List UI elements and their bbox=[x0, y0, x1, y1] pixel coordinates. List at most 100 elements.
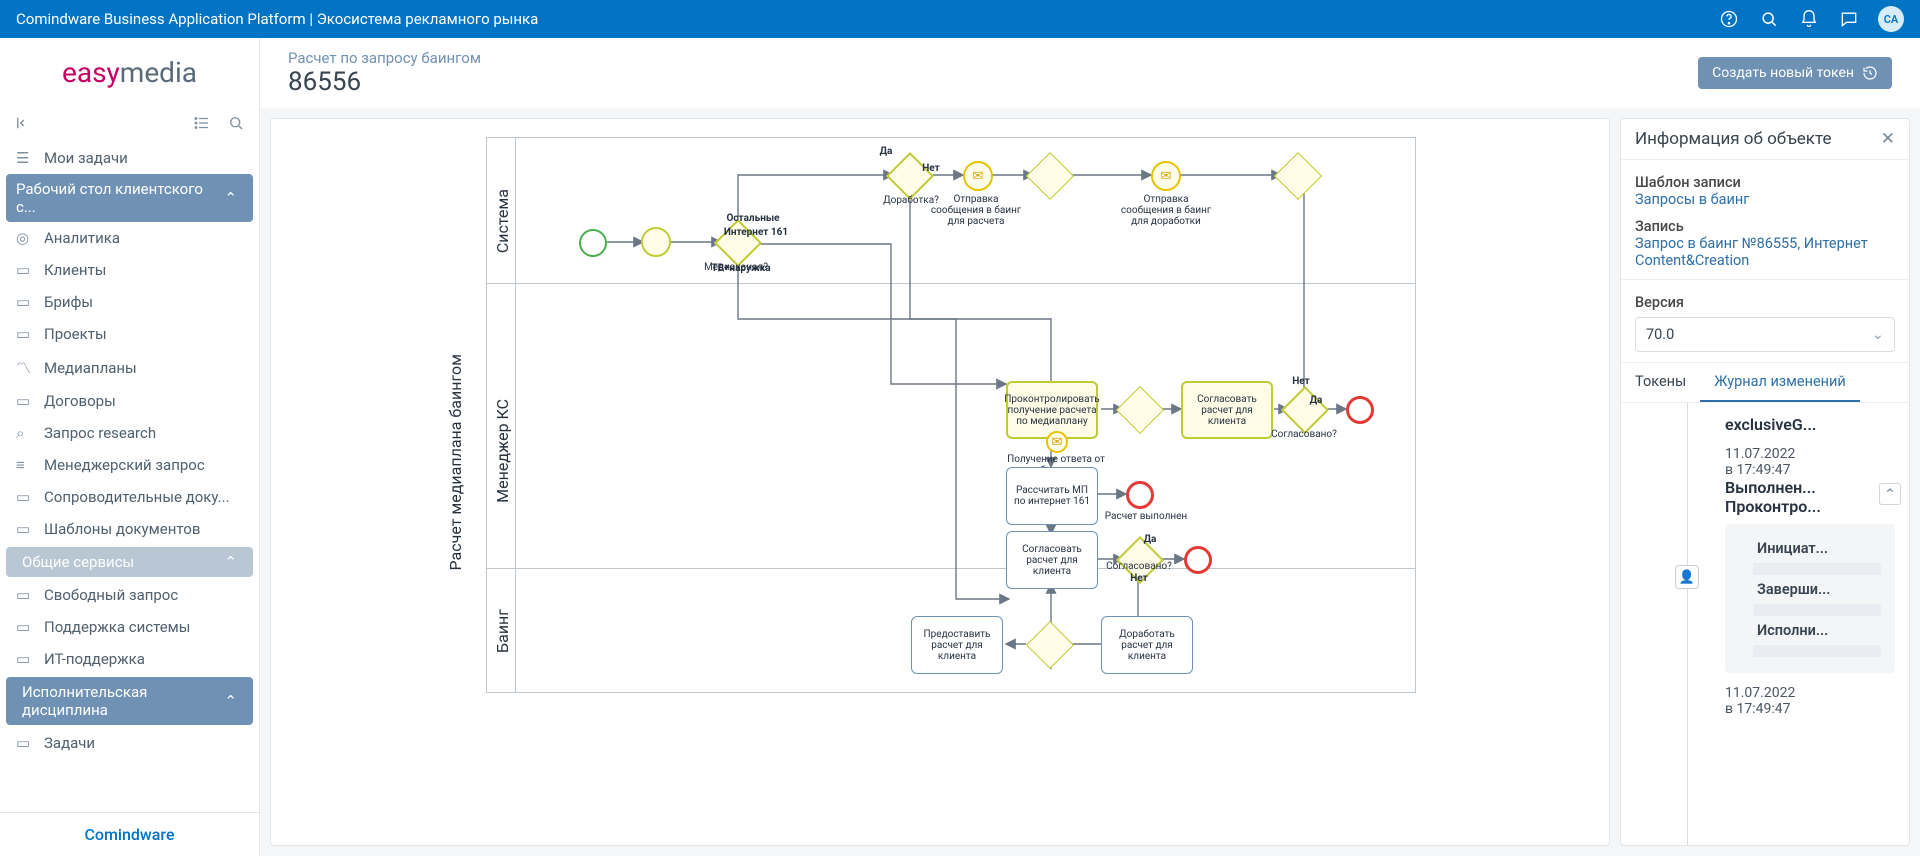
journal-date-1: 11.07.2022 bbox=[1725, 446, 1895, 462]
task-control[interactable]: Проконтролировать получение расчета по м… bbox=[1006, 381, 1098, 439]
version-select[interactable]: 70.0⌄ bbox=[1635, 317, 1895, 352]
doc-icon: ▭ bbox=[16, 392, 34, 410]
label-net1: Нет bbox=[911, 163, 951, 174]
it-icon: ▭ bbox=[16, 650, 34, 668]
bullet-2: Заверши... bbox=[1757, 581, 1881, 598]
bell-icon[interactable] bbox=[1798, 8, 1820, 30]
journal-time-1: в 17:49:47 bbox=[1725, 462, 1895, 478]
envelope-icon: ✉ bbox=[973, 169, 984, 184]
sidebar-item-it[interactable]: ▭ИТ-поддержка bbox=[0, 643, 259, 675]
sidebar-item-manager[interactable]: ≡Менеджерский запрос bbox=[0, 449, 259, 481]
envelope-icon: ✉ bbox=[1052, 435, 1063, 450]
user-icon: 👤 bbox=[1675, 565, 1699, 589]
manager-icon: ≡ bbox=[16, 456, 34, 474]
task-agree2[interactable]: Согласовать расчет для клиента bbox=[1006, 531, 1098, 589]
task-provide[interactable]: Предоставить расчет для клиента bbox=[911, 616, 1003, 674]
help-icon[interactable] bbox=[1718, 8, 1740, 30]
page-title: 86556 bbox=[288, 67, 481, 97]
free-icon: ▭ bbox=[16, 586, 34, 604]
sidebar-item-projects[interactable]: ▭Проекты bbox=[0, 318, 259, 350]
sidebar: easymedia ☰Мои задачи Рабочий стол клиен… bbox=[0, 38, 260, 856]
label-ost: Остальные bbox=[703, 213, 803, 224]
sidebar-item-free[interactable]: ▭Свободный запрос bbox=[0, 579, 259, 611]
journal-top: exclusiveG... bbox=[1725, 415, 1895, 434]
create-token-button[interactable]: Создать новый токен bbox=[1698, 57, 1892, 89]
msg-event-calc[interactable]: ✉ bbox=[963, 161, 993, 191]
target-icon: ◎ bbox=[16, 229, 34, 247]
end-event-calc[interactable] bbox=[1126, 481, 1154, 509]
info-panel: Информация об объекте ✕ Шаблон записи За… bbox=[1620, 118, 1910, 846]
panel-title: Информация об объекте bbox=[1635, 129, 1832, 149]
label-sogl2: Согласовано? bbox=[1089, 561, 1189, 572]
sidebar-section-discipline[interactable]: Исполнительская дисциплина⌃ bbox=[6, 677, 253, 725]
sidebar-item-templates[interactable]: ▭Шаблоны документов bbox=[0, 513, 259, 545]
app-title: Comindware Business Application Platform… bbox=[16, 10, 1718, 28]
clients-icon: ▭ bbox=[16, 261, 34, 279]
sidebar-item-briefs[interactable]: ▭Брифы bbox=[0, 286, 259, 318]
breadcrumb[interactable]: Расчет по запросу баингом bbox=[288, 49, 481, 67]
sidebar-item-my-tasks[interactable]: ☰Мои задачи bbox=[0, 142, 259, 174]
sidebar-item-analytics[interactable]: ◎Аналитика bbox=[0, 222, 259, 254]
task-rework[interactable]: Доработать расчет для клиента bbox=[1101, 616, 1193, 674]
chevron-up-icon: ⌃ bbox=[224, 189, 237, 207]
list-icon[interactable] bbox=[193, 114, 211, 136]
label-da2: Да bbox=[1301, 395, 1331, 406]
label-da1: Да bbox=[866, 146, 906, 157]
bullet-3: Исполни... bbox=[1757, 622, 1881, 639]
topbar-actions: CA bbox=[1718, 6, 1904, 32]
sidebar-item-support[interactable]: ▭Поддержка системы bbox=[0, 611, 259, 643]
journal-line-1: Выполнен... bbox=[1725, 478, 1895, 497]
sidebar-item-tasks2[interactable]: ▭Задачи bbox=[0, 727, 259, 759]
journal-time-2: в 17:49:47 bbox=[1725, 701, 1895, 717]
chevron-down-icon: ⌄ bbox=[1872, 326, 1884, 343]
journal-list[interactable]: 👤 ⌃ exclusiveG... 11.07.2022 в 17:49:47 … bbox=[1621, 403, 1909, 845]
template-link[interactable]: Запросы в баинг bbox=[1635, 191, 1895, 208]
page-header: Расчет по запросу баингом 86556 Создать … bbox=[260, 38, 1920, 108]
briefs-icon: ▭ bbox=[16, 293, 34, 311]
sidebar-item-docs[interactable]: ▭Сопроводительные доку... bbox=[0, 481, 259, 513]
label-tv: ТВ+наружка bbox=[691, 263, 791, 274]
template-icon: ▭ bbox=[16, 520, 34, 538]
record-link[interactable]: Запрос в баинг №86555, Интернет Content&… bbox=[1635, 235, 1895, 269]
sidebar-section-client[interactable]: Рабочий стол клиентского с...⌃ bbox=[6, 174, 253, 222]
tasks-icon: ☰ bbox=[16, 149, 34, 167]
template-label: Шаблон записи bbox=[1635, 174, 1895, 191]
msg-event-dorab[interactable]: ✉ bbox=[1151, 161, 1181, 191]
collapse-icon[interactable] bbox=[14, 114, 32, 136]
label-sendcalc: Отправка сообщения в баинг для расчета bbox=[926, 194, 1026, 227]
label-da3: Да bbox=[1135, 534, 1165, 545]
tasks2-icon: ▭ bbox=[16, 734, 34, 752]
chart-icon: 〽 bbox=[16, 357, 34, 378]
tab-journal[interactable]: Журнал изменений bbox=[1700, 363, 1860, 402]
logo: easymedia bbox=[0, 38, 259, 108]
close-icon[interactable]: ✕ bbox=[1881, 129, 1895, 149]
version-label: Версия bbox=[1635, 294, 1895, 311]
sidebar-item-research[interactable]: ⌕Запрос research bbox=[0, 417, 259, 449]
sidebar-item-contracts[interactable]: ▭Договоры bbox=[0, 385, 259, 417]
sidebar-item-clients[interactable]: ▭Клиенты bbox=[0, 254, 259, 286]
label-inet: Интернет 161 bbox=[706, 227, 806, 238]
journal-date-2: 11.07.2022 bbox=[1725, 685, 1895, 701]
journal-line-2: Проконтро... bbox=[1725, 497, 1895, 516]
avatar[interactable]: CA bbox=[1878, 6, 1904, 32]
sidebar-section-common[interactable]: Общие сервисы⌃ bbox=[6, 547, 253, 577]
chevron-up-icon: ⌃ bbox=[224, 692, 237, 710]
support-icon: ▭ bbox=[16, 618, 34, 636]
journal-card: Инициат... Заверши... Исполни... bbox=[1725, 524, 1895, 673]
bullet-1: Инициат... bbox=[1757, 540, 1881, 557]
sidebar-item-mediaplans[interactable]: 〽Медиапланы bbox=[0, 350, 259, 385]
docs-icon: ▭ bbox=[16, 488, 34, 506]
task-calc161[interactable]: Рассчитать МП по интернет 161 bbox=[1006, 467, 1098, 525]
chat-icon[interactable] bbox=[1838, 8, 1860, 30]
msg-boundary[interactable]: ✉ bbox=[1046, 431, 1068, 453]
bpmn-canvas[interactable]: Расчет медиаплана баингом Система Менедж… bbox=[270, 118, 1610, 846]
end-event-1[interactable] bbox=[1346, 396, 1374, 424]
intermediate-event[interactable] bbox=[641, 227, 671, 257]
brand-footer: Comindware bbox=[0, 812, 259, 856]
tab-tokens[interactable]: Токены bbox=[1621, 363, 1700, 402]
search-icon[interactable] bbox=[1758, 8, 1780, 30]
start-event[interactable] bbox=[579, 229, 607, 257]
projects-icon: ▭ bbox=[16, 325, 34, 343]
search-sidebar-icon[interactable] bbox=[227, 114, 245, 136]
end-event-2[interactable] bbox=[1184, 546, 1212, 574]
